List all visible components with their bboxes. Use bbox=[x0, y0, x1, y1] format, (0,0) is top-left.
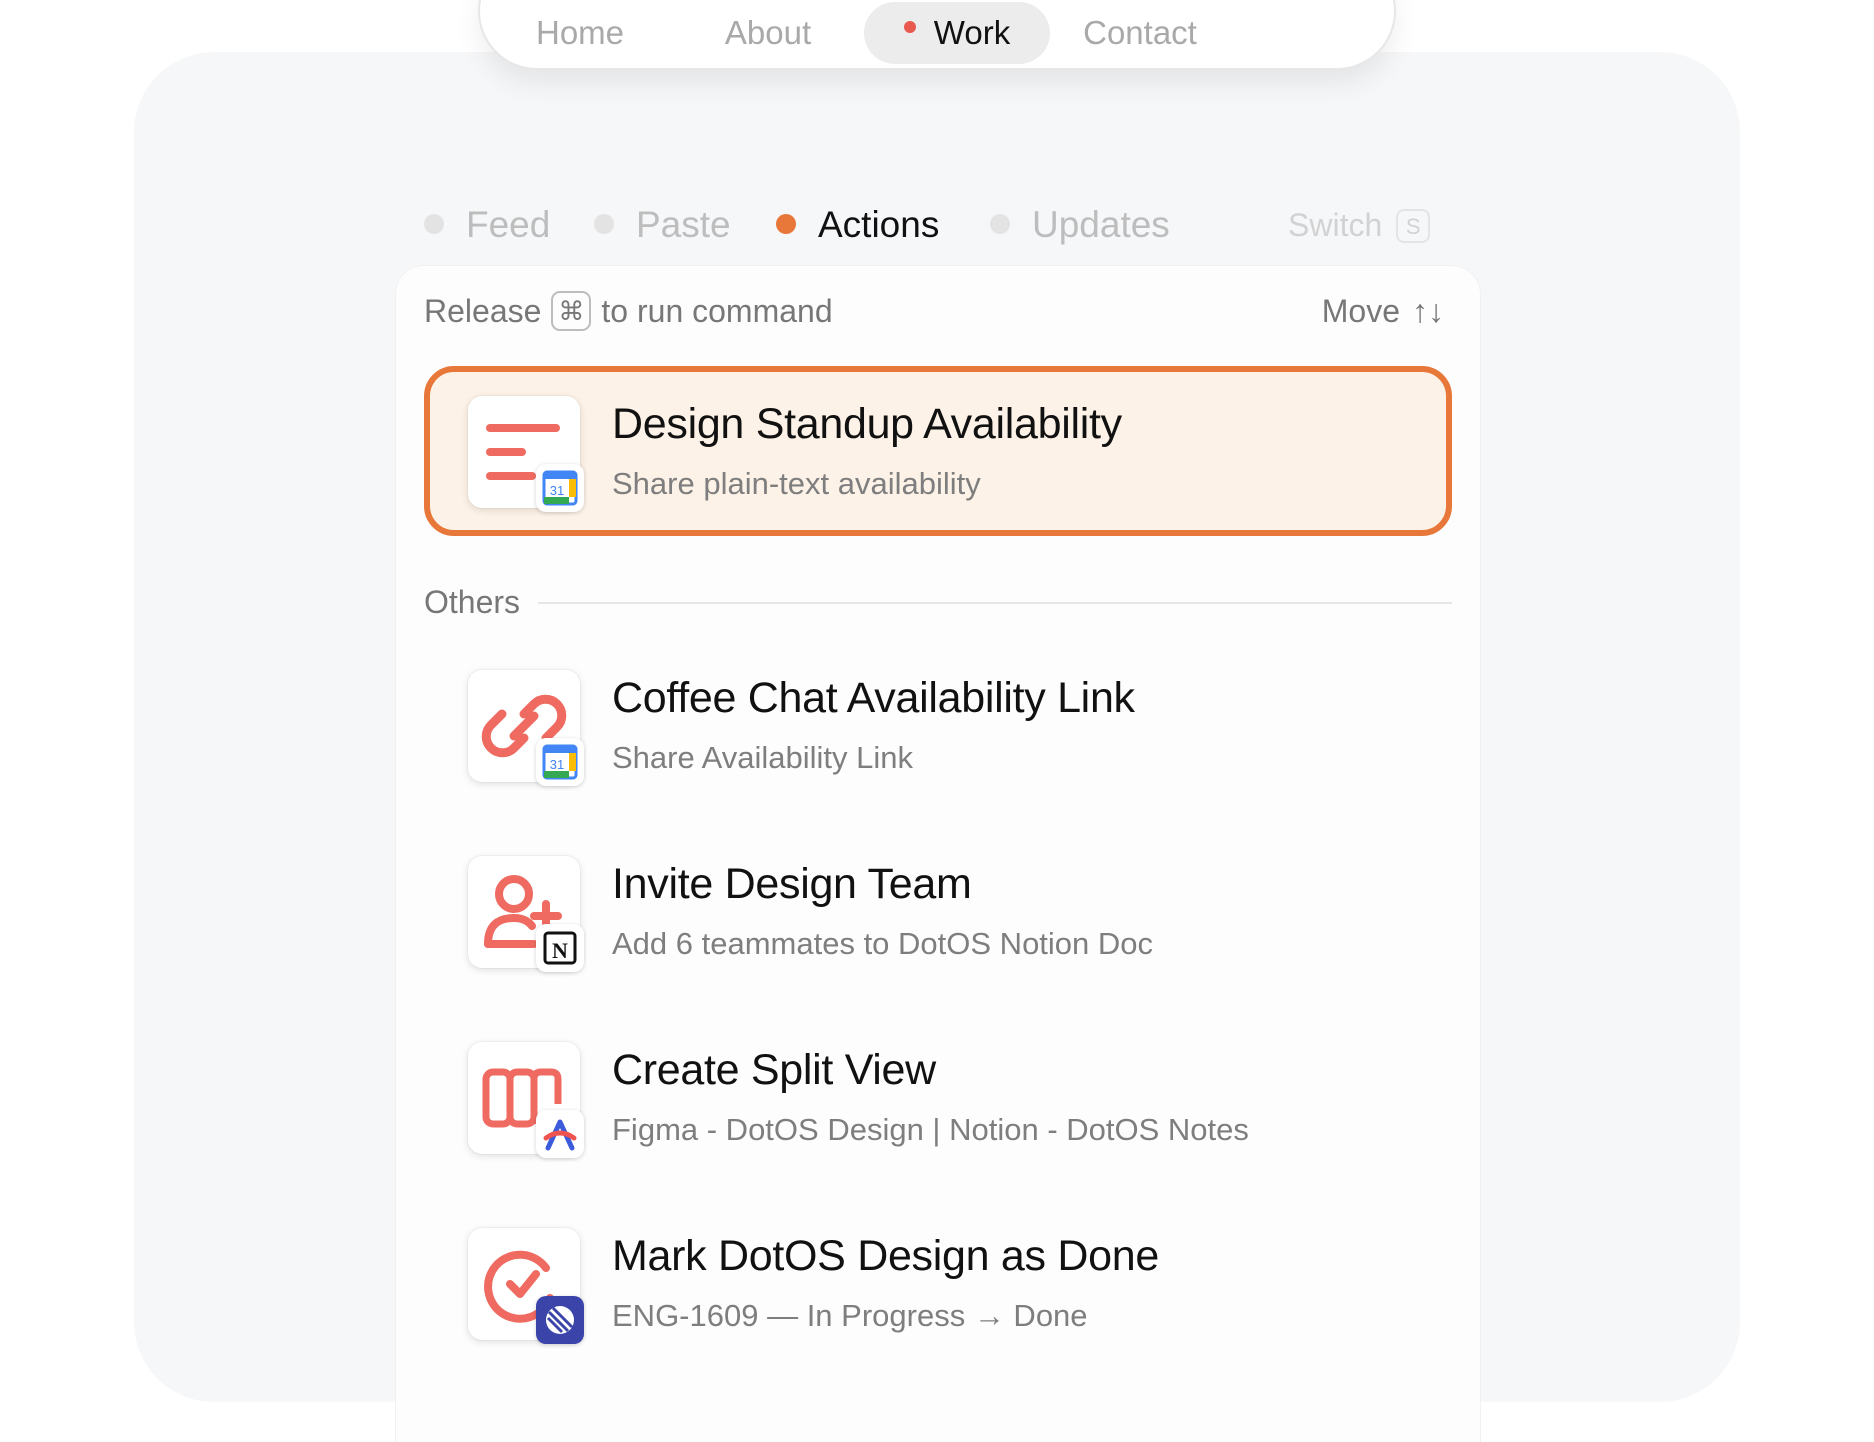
tab-feed[interactable]: Feed bbox=[424, 200, 550, 250]
command-title: Invite Design Team bbox=[612, 860, 972, 908]
command-subtitle: Share Availability Link bbox=[612, 740, 913, 775]
arc-icon bbox=[536, 1110, 584, 1158]
command-item[interactable]: 31 Coffee Chat Availability Link Share A… bbox=[424, 642, 1452, 812]
command-subtitle: Share plain-text availability bbox=[612, 466, 981, 501]
notion-icon: N bbox=[536, 924, 584, 972]
command-subtitle: ENG-1609 — In Progress → Done bbox=[612, 1298, 1088, 1333]
up-down-arrows-icon: ↑↓ bbox=[1412, 293, 1444, 329]
others-section-header: Others bbox=[424, 582, 1452, 622]
tab-dot-icon bbox=[594, 214, 614, 235]
command-item[interactable]: Mark DotOS Design as Done ENG-1609 — In … bbox=[424, 1200, 1452, 1370]
check-circle-icon bbox=[468, 1228, 584, 1344]
nav-contact[interactable]: Contact bbox=[1064, 2, 1216, 64]
linear-icon bbox=[536, 1296, 584, 1344]
active-dot-icon bbox=[903, 21, 916, 34]
command-title: Design Standup Availability bbox=[612, 400, 1122, 448]
command-item-selected[interactable]: 31 Design Standup Availability Share pla… bbox=[424, 366, 1452, 536]
link-icon: 31 bbox=[468, 670, 584, 786]
switch-key: S bbox=[1396, 208, 1431, 243]
switch-shortcut[interactable]: Switch S bbox=[1288, 200, 1431, 250]
tab-actions[interactable]: Actions bbox=[776, 200, 939, 250]
text-lines-icon: 31 bbox=[468, 396, 584, 512]
section-label: Others bbox=[424, 582, 539, 622]
command-title: Coffee Chat Availability Link bbox=[612, 674, 1135, 722]
release-hint: Release ⌘ to run command bbox=[424, 290, 833, 332]
tab-dot-icon bbox=[424, 214, 444, 235]
command-item[interactable]: Create Split View Figma - DotOS Design |… bbox=[424, 1014, 1452, 1184]
split-view-icon bbox=[468, 1042, 584, 1158]
nav-about[interactable]: About bbox=[702, 2, 834, 64]
svg-text:31: 31 bbox=[550, 483, 564, 498]
google-calendar-icon: 31 bbox=[536, 464, 584, 512]
command-subtitle: Add 6 teammates to DotOS Notion Doc bbox=[612, 926, 1154, 961]
command-panel: Release ⌘ to run command Move ↑↓ 31 Design bbox=[396, 266, 1480, 1442]
move-hint: Move ↑↓ bbox=[1321, 293, 1444, 329]
tab-updates[interactable]: Updates bbox=[990, 200, 1170, 250]
top-navigation: Home About Work Contact bbox=[478, 0, 1396, 70]
command-title: Mark DotOS Design as Done bbox=[612, 1232, 1159, 1280]
add-user-icon: N bbox=[468, 856, 584, 972]
nav-home[interactable]: Home bbox=[516, 2, 644, 64]
command-title: Create Split View bbox=[612, 1046, 936, 1094]
command-subtitle: Figma - DotOS Design | Notion - DotOS No… bbox=[612, 1112, 1249, 1147]
mode-tabs: Feed Paste Actions Updates Switch S bbox=[0, 200, 1874, 250]
nav-work[interactable]: Work bbox=[864, 2, 1050, 64]
divider bbox=[424, 602, 1452, 604]
command-item[interactable]: N Invite Design Team Add 6 teammates to … bbox=[424, 828, 1452, 998]
tab-paste[interactable]: Paste bbox=[594, 200, 731, 250]
svg-text:31: 31 bbox=[550, 757, 564, 772]
tab-dot-icon bbox=[776, 214, 796, 235]
svg-text:N: N bbox=[552, 938, 568, 963]
google-calendar-icon: 31 bbox=[536, 738, 584, 786]
command-key-icon: ⌘ bbox=[551, 290, 592, 331]
tab-dot-icon bbox=[990, 214, 1010, 235]
